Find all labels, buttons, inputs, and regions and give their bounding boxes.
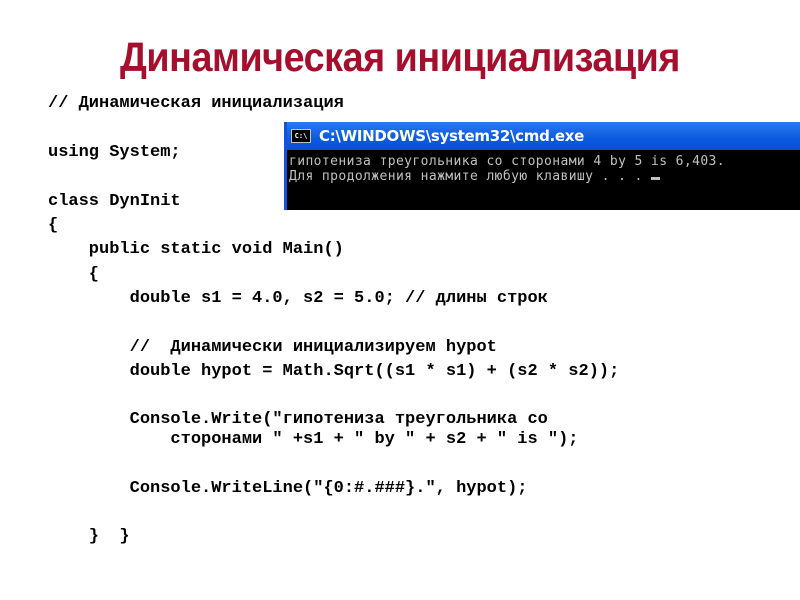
- console-output: гипотениза треугольника со сторонами 4 b…: [289, 154, 725, 184]
- console-titlebar[interactable]: C:\ C:\WINDOWS\system32\cmd.exe: [287, 122, 800, 150]
- console-line: Для продолжения нажмите любую клавишу . …: [289, 169, 651, 184]
- code-line: public static void Main(): [48, 240, 344, 259]
- code-line: Console.Write("гипотениза треугольника с…: [48, 410, 548, 429]
- console-line: гипотениза треугольника со сторонами 4 b…: [289, 154, 726, 169]
- console-title: C:\WINDOWS\system32\cmd.exe: [319, 127, 585, 145]
- code-line: } }: [48, 527, 130, 546]
- code-line: // Динамически инициализируем hypot: [48, 338, 497, 357]
- code-line: {: [48, 216, 59, 235]
- code-line: сторонами " +s1 + " by " + s2 + " is ");: [48, 430, 579, 449]
- cursor-icon: [650, 177, 660, 180]
- console-window: C:\ C:\WINDOWS\system32\cmd.exe гипотени…: [284, 122, 800, 210]
- code-line: Console.WriteLine("{0:#.###}.", hypot);: [48, 479, 528, 498]
- code-line: class DynInit: [48, 192, 181, 211]
- code-line: double s1 = 4.0, s2 = 5.0; // длины стро…: [48, 289, 548, 308]
- code-line: using System;: [48, 143, 181, 162]
- slide-title: Динамическая инициализация: [120, 34, 680, 80]
- cmd-icon[interactable]: C:\: [291, 129, 311, 143]
- code-line: {: [48, 265, 100, 284]
- code-line: // Динамическая инициализация: [48, 94, 344, 113]
- code-line: double hypot = Math.Sqrt((s1 * s1) + (s2…: [48, 362, 620, 381]
- code-listing: // Динамическая инициализация using Syst…: [48, 0, 619, 546]
